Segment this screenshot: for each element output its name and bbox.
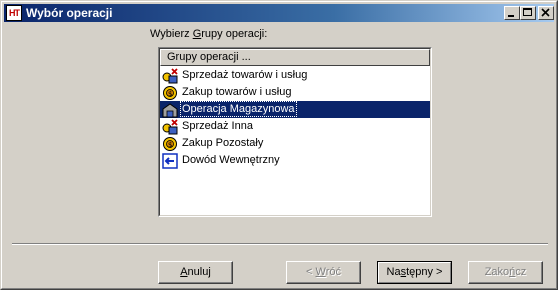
close-button[interactable] [538,6,554,20]
sale-icon [162,119,178,135]
internal-document-icon [162,153,178,169]
list-item-internal-document[interactable]: Dowód Wewnętrzny [160,152,430,169]
back-button[interactable]: < Wróć [286,261,361,284]
list-item-label: Sprzedaż towarów i usług [182,69,308,81]
column-header-operation-groups[interactable]: Grupy operacji ... [160,49,430,66]
minimize-icon [508,15,514,17]
operation-group-listbox[interactable]: Grupy operacji ... Sprzedaż towarów i us… [158,47,432,217]
purchase-icon: $ [163,137,177,151]
list-item-label: Zakup Pozostały [182,137,264,149]
next-button[interactable]: Następny > [377,261,452,284]
svg-text:$: $ [168,141,172,149]
dialog-window: HT Wybór operacji Wybierz Grupy operacji… [0,0,558,290]
svg-text:$: $ [168,90,172,98]
minimize-button[interactable] [504,6,520,20]
list-item-sale-other[interactable]: Sprzedaż Inna [160,118,430,135]
list-item-purchase-goods-services[interactable]: $ Zakup towarów i usług [160,84,430,101]
group-prompt-label: Wybierz Grupy operacji: [150,28,268,40]
close-icon [541,8,550,17]
dialog-frame: HT Wybór operacji Wybierz Grupy operacji… [1,1,557,289]
list-item-sale-goods-services[interactable]: Sprzedaż towarów i usług [160,67,430,84]
list-item-warehouse-operation[interactable]: Operacja Magazynowa [160,101,430,118]
sale-icon [162,68,178,84]
finish-button[interactable]: Zakończ [468,261,543,284]
operation-group-list: Sprzedaż towarów i usług $ Zakup towarów… [160,67,430,169]
maximize-icon [523,8,532,16]
list-item-label: Dowód Wewnętrzny [182,154,280,166]
app-logo-icon: HT [6,5,22,21]
list-item-label: Operacja Magazynowa [180,101,297,117]
maximize-button[interactable] [520,6,536,20]
separator-highlight [12,244,548,245]
window-title: Wybór operacji [26,6,113,20]
purchase-icon: $ [163,86,177,100]
cancel-button[interactable]: Anuluj [158,261,233,284]
list-item-purchase-other[interactable]: $ Zakup Pozostały [160,135,430,152]
warehouse-icon [162,103,178,118]
list-item-label: Sprzedaż Inna [182,120,253,132]
list-item-label: Zakup towarów i usług [182,86,292,98]
title-bar[interactable]: HT Wybór operacji [4,4,554,22]
